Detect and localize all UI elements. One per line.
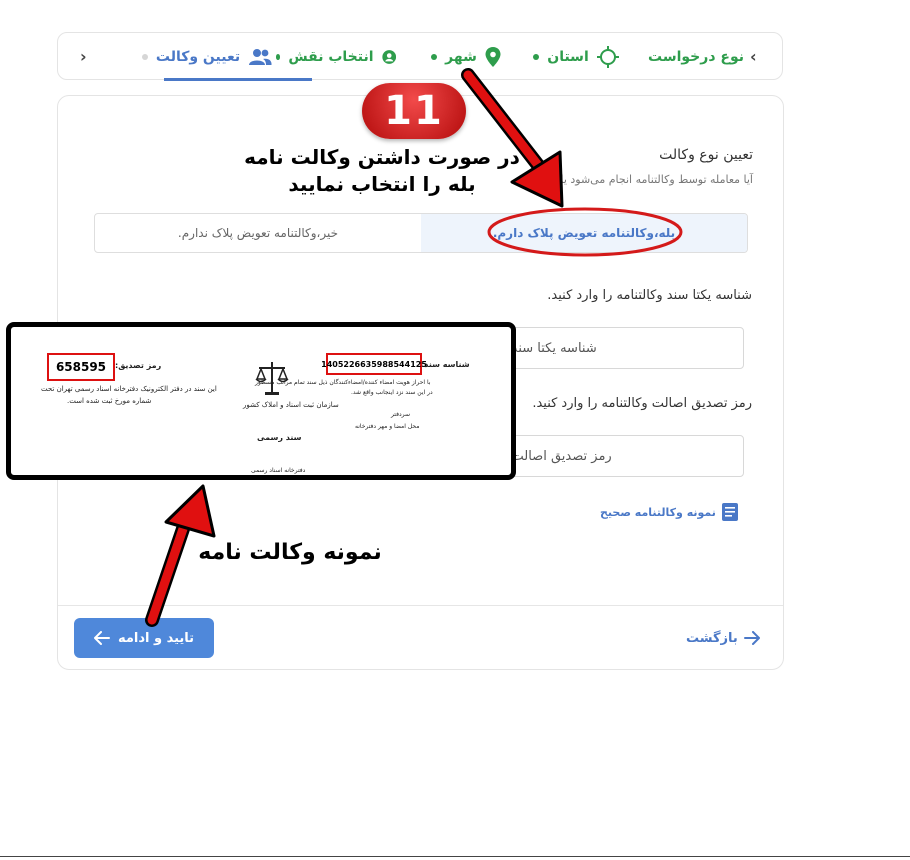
page-bottom-edge <box>0 856 910 857</box>
sample-doc-id-label: شناسه سند: <box>421 360 470 369</box>
sample-auth-code: 658595 <box>47 353 115 381</box>
scales-of-justice-icon <box>255 362 289 395</box>
sample-footer-text: دفترخانه اسناد رسمی <box>251 467 306 474</box>
sample-caption: نمونه وکالت نامه <box>198 540 382 565</box>
sample-auth-code-label: رمز تصدیق: <box>115 361 162 370</box>
sample-text-left-2: شماره مورخ ثبت شده است. <box>67 397 152 405</box>
sample-seal-title: سند رسمی <box>257 433 302 442</box>
sample-text-right-2: در این سند نزد اینجانب واقع شد. <box>351 389 433 396</box>
sample-text-right-4: محل امضا و مهر دفترخانه <box>355 423 420 430</box>
sample-text-right-1: با احراز هویت امضاء کننده‌/امضاءکنندگان … <box>255 379 431 386</box>
sample-org-name: سازمان ثبت اسناد و املاک کشور <box>243 401 339 409</box>
sample-doc-id: 1405226635988544125 <box>321 353 427 375</box>
hint-line-2: بله را انتخاب نمایید <box>288 172 476 196</box>
sample-document: 658595 رمز تصدیق: این سند در دفتر الکترو… <box>6 322 516 480</box>
sample-text-right-3: سردفتر <box>391 411 410 418</box>
step-number-badge: 11 <box>362 83 466 139</box>
hint-line-1: در صورت داشتن وکالت نامه <box>244 145 520 169</box>
highlight-ellipse <box>487 207 683 257</box>
sample-text-left-1: این سند در دفتر الکترونیک دفترخانه اسناد… <box>41 385 217 393</box>
